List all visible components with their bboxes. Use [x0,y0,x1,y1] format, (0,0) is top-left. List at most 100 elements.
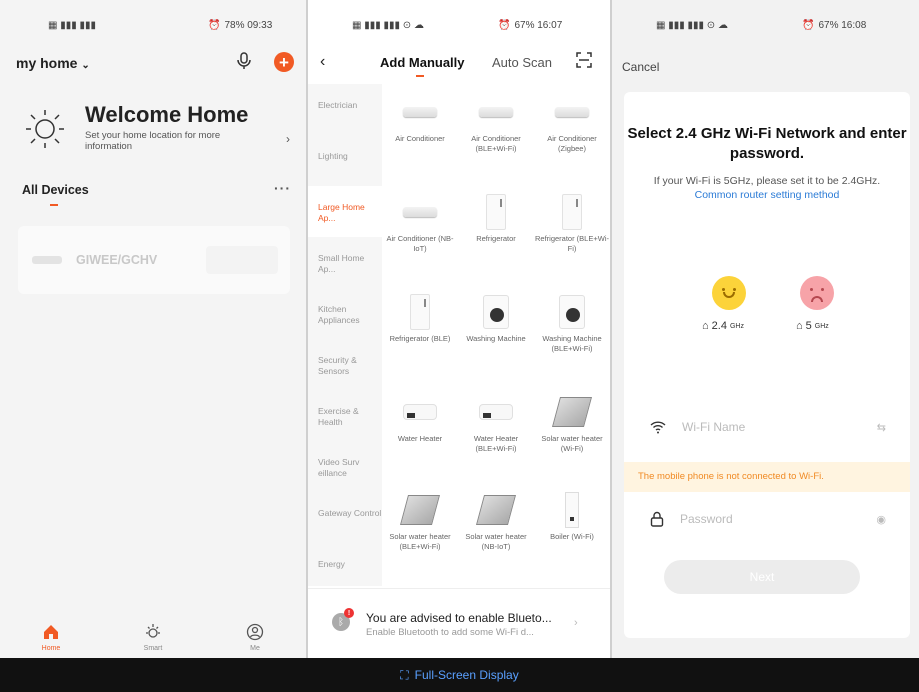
tab-home[interactable]: Home [21,612,81,658]
category-item[interactable]: Gateway Control [308,492,382,543]
product-label: Refrigerator (BLE) [389,334,451,343]
router-icon: ⌂ [702,320,709,332]
status-bar-left: ▦ ▮▮▮ ▮▮▮ [48,18,96,32]
signal-icon: ▦ ▮▮▮ ▮▮▮ [48,19,97,31]
product-label: Air Conditioner (BLE+Wi-Fi) [471,134,521,153]
product-label: Washing Machine (BLE+Wi-Fi) [542,334,602,353]
category-list: Electrician Lighting Large Home Ap... Sm… [308,84,382,586]
refrigerator-icon [486,194,506,230]
device-name: GIWEE/GCHV [76,253,158,267]
wifi-name-field[interactable]: Wi-Fi Name ⇆ [650,414,886,440]
add-device-screen: ▦ ▮▮▮ ▮▮▮ ⊙ ☁ ⏰ 67% 16:07 ‹ Add Manually… [308,0,610,692]
wifi-form-card: Select 2.4 GHz Wi-Fi Network and enter p… [624,92,910,638]
bottom-tab-bar: Home Smart Me [0,612,306,658]
switch-network-icon[interactable]: ⇆ [877,421,886,434]
product-tile[interactable]: Refrigerator [458,192,534,254]
product-label: Air Conditioner (NB-IoT) [386,234,454,253]
product-tile[interactable]: Solar water heater (NB-IoT) [458,490,534,552]
add-device-button[interactable]: + [274,52,294,72]
wifi-hint-text: If your Wi-Fi is 5GHz, please set it to … [653,175,881,187]
product-label: Refrigerator [476,234,516,243]
product-label: Air Conditioner (Zigbee) [547,134,597,153]
water-heater-icon [479,404,513,420]
tab-auto-scan[interactable]: Auto Scan [492,55,552,70]
bluetooth-banner[interactable]: ᛒ ! You are advised to enable Blueto... … [308,588,610,658]
tab-home-label: Home [41,645,61,652]
smart-icon [146,624,160,638]
device-card[interactable]: GIWEE/GCHV [18,226,290,294]
fullscreen-label: Full-Screen Display [414,668,519,682]
signal-icon: ▦ ▮▮▮ ▮▮▮ ⊙ ☁ [352,19,424,31]
product-tile[interactable]: Boiler (Wi-Fi) [534,490,610,552]
product-label: Water Heater [397,434,443,443]
status-bar-left: ▦ ▮▮▮ ▮▮▮ ⊙ ☁ [656,18,728,32]
product-tile[interactable]: Water Heater [382,392,458,454]
product-tile[interactable]: Solar water heater (BLE+Wi-Fi) [382,490,458,552]
product-label: Water Heater (BLE+Wi-Fi) [473,434,519,453]
next-button[interactable]: Next [664,560,860,594]
tab-smart[interactable]: Smart [123,612,183,658]
product-tile[interactable]: Refrigerator (BLE) [382,292,458,354]
product-tile[interactable]: Refrigerator (BLE+Wi-Fi) [534,192,610,254]
status-bar-left: ▦ ▮▮▮ ▮▮▮ ⊙ ☁ [352,18,424,32]
home-screen: ▦ ▮▮▮ ▮▮▮ ⏰ 78% 09:33 my home ⌄ + Welcom… [0,0,306,692]
back-arrow-icon[interactable]: ‹ [320,53,325,71]
band-5ghz: ⌂ 5 GHz [796,320,829,332]
category-item[interactable]: Energy [308,543,382,594]
router-setting-link[interactable]: Common router setting method [695,189,840,201]
category-item[interactable]: Small Home Ap... [308,237,382,288]
home-selector-label: my home [16,55,78,71]
status-bar-right: ⏰ 67% 16:08 [802,18,866,32]
tab-indicator [50,204,58,206]
category-item[interactable]: Kitchen Appliances [308,288,382,339]
tab-me-label: Me [250,645,260,652]
product-tile[interactable]: Solar water heater (Wi-Fi) [534,392,610,454]
category-item[interactable]: Electrician [308,84,382,135]
solar-heater-icon [551,397,593,427]
product-tile[interactable]: Water Heater (BLE+Wi-Fi) [458,392,534,454]
eye-icon[interactable]: ◉ [876,513,886,526]
air-conditioner-icon [479,107,513,117]
refrigerator-icon [410,294,430,330]
fullscreen-icon: ⛶ [400,667,409,682]
tab-all-devices[interactable]: All Devices [22,183,89,197]
product-tile[interactable]: Air Conditioner (Zigbee) [534,92,610,154]
tab-me[interactable]: Me [225,612,285,658]
microphone-icon[interactable] [236,52,252,70]
product-tile[interactable]: Air Conditioner (NB-IoT) [382,192,458,254]
wifi-hint: If your Wi-Fi is 5GHz, please set it to … [644,174,890,202]
category-item[interactable]: Security & Sensors [308,339,382,390]
category-item[interactable]: Lighting [308,135,382,186]
password-field[interactable]: Password ◉ [650,506,886,532]
air-conditioner-icon [32,256,62,264]
band-24-value: 2.4 [711,320,727,332]
chevron-down-icon: ⌄ [81,60,90,71]
more-icon[interactable]: ··· [274,180,291,196]
wifi-setup-screen: ▦ ▮▮▮ ▮▮▮ ⊙ ☁ ⏰ 67% 16:08 Cancel Select … [612,0,919,692]
fullscreen-bar[interactable]: ⛶ Full-Screen Display [0,658,919,692]
product-label: Boiler (Wi-Fi) [550,532,594,541]
product-tile[interactable]: Air Conditioner (BLE+Wi-Fi) [458,92,534,154]
tab-add-manually[interactable]: Add Manually [380,55,465,70]
alarm-icon: ⏰ [208,19,221,31]
home-selector[interactable]: my home ⌄ [16,55,90,71]
category-item[interactable]: Video Surv eillance [308,441,382,492]
tab-indicator [416,75,424,77]
product-tile[interactable]: Washing Machine (BLE+Wi-Fi) [534,292,610,354]
sun-icon [26,110,64,148]
status-bar-right: ⏰ 78% 09:33 [208,18,272,32]
category-item[interactable]: Exercise & Health [308,390,382,441]
status-text: 67% 16:08 [818,19,867,31]
welcome-banner[interactable]: Welcome Home Set your home location for … [22,102,292,162]
wifi-warning: The mobile phone is not connected to Wi-… [624,462,910,492]
alarm-icon: ⏰ [498,19,511,31]
product-tile[interactable]: Washing Machine [458,292,534,354]
scan-icon[interactable] [576,52,592,68]
tab-smart-label: Smart [143,645,163,652]
alarm-icon: ⏰ [802,19,815,31]
category-item-active[interactable]: Large Home Ap... [308,186,382,237]
product-tile[interactable]: Air Conditioner [382,92,458,154]
cancel-button[interactable]: Cancel [622,60,659,74]
device-action-button[interactable] [206,246,278,274]
happy-face-icon [712,276,746,310]
